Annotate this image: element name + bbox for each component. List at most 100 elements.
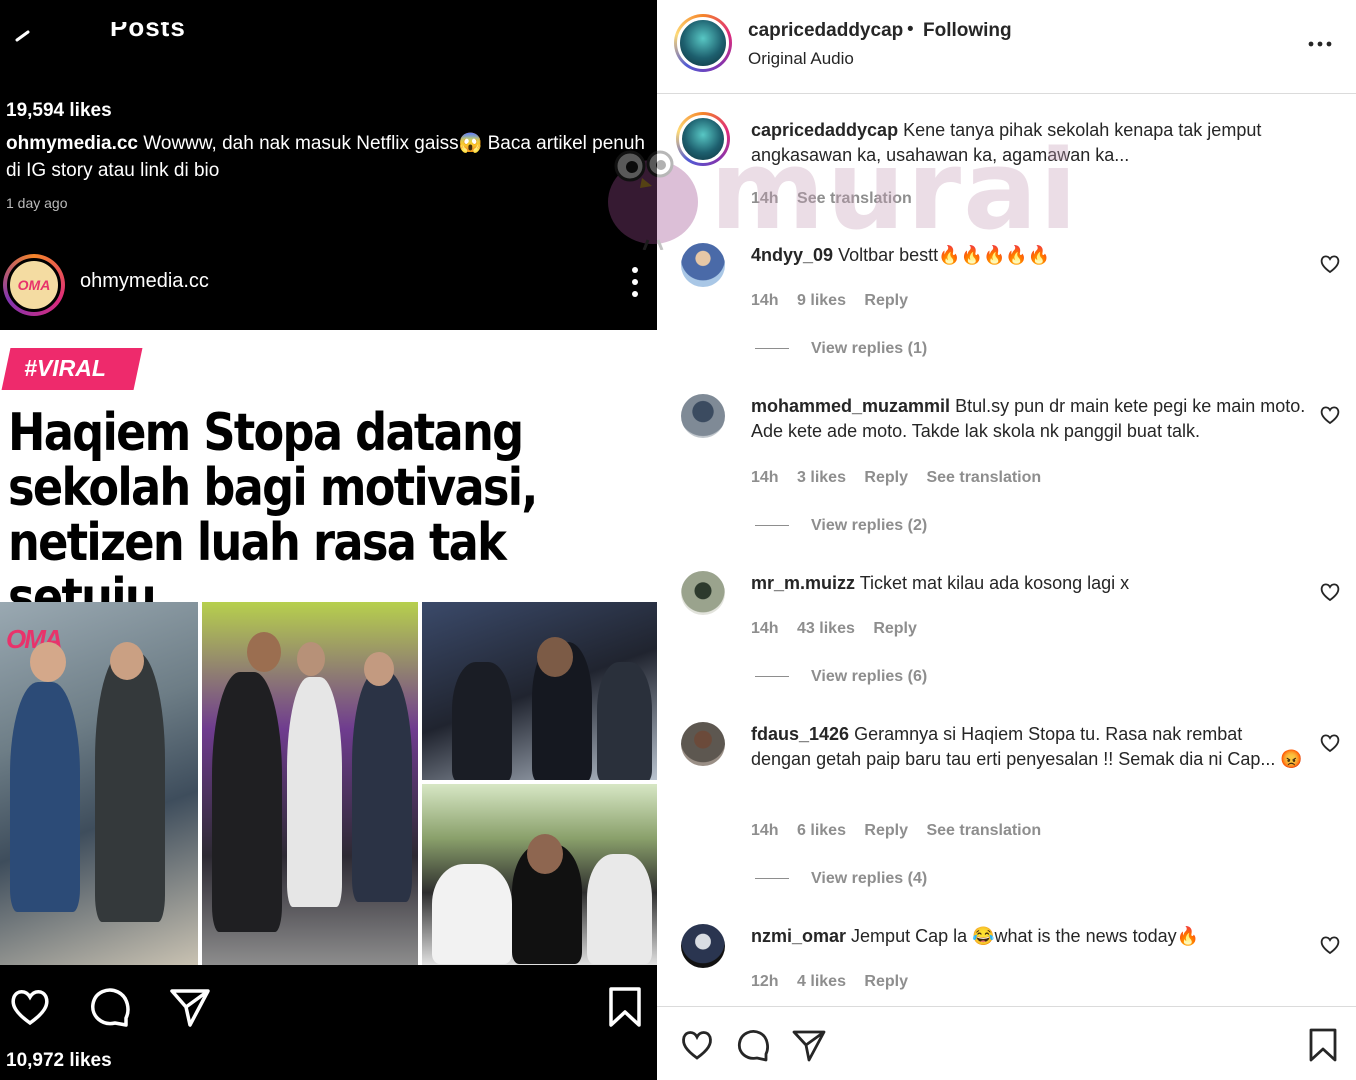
comment-body: 4ndyy_09 Voltbar bestt🔥🔥🔥🔥🔥 (751, 243, 1306, 268)
comment-username[interactable]: mohammed_muzammil (751, 396, 950, 416)
comment-like-heart-icon[interactable] (1319, 253, 1341, 275)
previous-post-caption: ohmymedia.cc Wowww, dah nak masuk Netfli… (6, 130, 646, 184)
view-replies-label: View replies (1) (811, 340, 928, 357)
following-button[interactable]: Following (923, 20, 1012, 42)
original-audio-link[interactable]: Original Audio (748, 49, 854, 69)
comment-meta: 14h See translation (751, 190, 926, 208)
comment-time: 14h (751, 190, 779, 207)
comment-time: 14h (751, 822, 779, 839)
previous-post-likes[interactable]: 19,594 likes (6, 100, 112, 122)
comment-body: nzmi_omar Jemput Cap la 😂what is the new… (751, 924, 1306, 949)
view-replies-label: View replies (4) (811, 870, 928, 887)
comment-meta: 14h 6 likes Reply See translation (751, 822, 1055, 840)
comment-username[interactable]: capricedaddycap (751, 120, 898, 140)
top-bar: Posts (0, 0, 657, 60)
post-image[interactable]: #VIRAL Haqiem Stopa datang sekolah bagi … (0, 330, 657, 965)
view-replies-button[interactable]: View replies (2) (755, 517, 927, 535)
comment-time: 14h (751, 620, 779, 637)
avatar[interactable] (681, 924, 725, 968)
post-likes-count[interactable]: 10,972 likes (6, 1050, 112, 1072)
comment-username[interactable]: fdaus_1426 (751, 724, 849, 744)
comment-likes[interactable]: 3 likes (797, 469, 846, 486)
viral-tag-text: #VIRAL (24, 355, 106, 381)
viral-tag: #VIRAL (1, 348, 143, 390)
post-username[interactable]: ohmymedia.cc (80, 270, 209, 293)
reel-actions-bar (657, 1006, 1356, 1080)
post-feed-pane: Posts 19,594 likes ohmymedia.cc Wowww, d… (0, 0, 657, 1080)
comment-like-heart-icon[interactable] (1319, 732, 1341, 754)
like-heart-icon[interactable] (8, 985, 52, 1029)
comment-icon[interactable] (88, 985, 132, 1029)
comment-body: mohammed_muzammil Btul.sy pun dr main ke… (751, 394, 1306, 444)
post-headline: Haqiem Stopa datang sekolah bagi motivas… (8, 403, 538, 628)
avatar[interactable] (681, 394, 725, 438)
photo-3 (422, 602, 657, 780)
share-send-icon[interactable] (791, 1027, 827, 1063)
comment-text: Jemput Cap la 😂what is the news today🔥 (851, 926, 1200, 946)
see-translation-link[interactable]: See translation (797, 190, 912, 207)
comment-time: 14h (751, 469, 779, 486)
reply-button[interactable]: Reply (864, 822, 908, 839)
comment-meta: 14h 9 likes Reply (751, 292, 922, 310)
reply-button[interactable]: Reply (864, 469, 908, 486)
comment-likes[interactable]: 43 likes (797, 620, 855, 637)
bookmark-icon[interactable] (603, 985, 647, 1029)
comment-body: mr_m.muizz Ticket mat kilau ada kosong l… (751, 571, 1306, 596)
view-replies-label: View replies (6) (811, 668, 928, 685)
more-options-icon[interactable] (1307, 34, 1333, 54)
view-replies-button[interactable]: View replies (1) (755, 340, 927, 358)
avatar[interactable]: OMA (3, 254, 65, 316)
comment-username[interactable]: nzmi_omar (751, 926, 846, 946)
reply-button[interactable]: Reply (864, 973, 908, 990)
photo-collage: OMA (0, 602, 657, 965)
comment-time: 14h (751, 292, 779, 309)
comment-like-heart-icon[interactable] (1319, 404, 1341, 426)
avatar[interactable] (681, 243, 725, 287)
comment-time: 12h (751, 973, 779, 990)
comment-text: Voltbar bestt🔥🔥🔥🔥🔥 (838, 245, 1051, 265)
post-timestamp: 1 day ago (6, 195, 68, 211)
more-options-icon[interactable] (622, 264, 648, 300)
comment-username[interactable]: 4ndyy_09 (751, 245, 833, 265)
comment-like-heart-icon[interactable] (1319, 934, 1341, 956)
comment-likes[interactable]: 9 likes (797, 292, 846, 309)
header-avatar[interactable] (674, 14, 732, 72)
reply-button[interactable]: Reply (873, 620, 917, 637)
avatar[interactable] (681, 571, 725, 615)
caption-username[interactable]: ohmymedia.cc (6, 133, 138, 154)
avatar[interactable] (681, 722, 725, 766)
comment-like-heart-icon[interactable] (1319, 581, 1341, 603)
photo-2 (202, 602, 418, 965)
comment-meta: 14h 3 likes Reply See translation (751, 469, 1055, 487)
view-replies-button[interactable]: View replies (6) (755, 668, 927, 686)
post-header: OMA ohmymedia.cc (0, 250, 657, 322)
reel-header: capricedaddycap • Following Original Aud… (657, 0, 1356, 94)
app-root: Posts 19,594 likes ohmymedia.cc Wowww, d… (0, 0, 1356, 1080)
comment-likes[interactable]: 6 likes (797, 822, 846, 839)
comments-pane: capricedaddycap • Following Original Aud… (657, 0, 1356, 1080)
comment-text: Ticket mat kilau ada kosong lagi x (859, 573, 1130, 593)
share-send-icon[interactable] (168, 985, 212, 1029)
comment-likes[interactable]: 4 likes (797, 973, 846, 990)
reply-button[interactable]: Reply (864, 292, 908, 309)
comment-username[interactable]: mr_m.muizz (751, 573, 855, 593)
avatar[interactable] (676, 112, 730, 166)
comment-meta: 14h 43 likes Reply (751, 620, 931, 638)
back-arrow-icon[interactable] (8, 18, 38, 48)
post-actions-bar (0, 975, 657, 1035)
photo-4 (422, 784, 657, 965)
comment-icon[interactable] (735, 1027, 771, 1063)
page-title: Posts (110, 12, 186, 42)
view-replies-label: View replies (2) (811, 517, 928, 534)
caption-body: capricedaddycap Kene tanya pihak sekolah… (751, 118, 1306, 168)
like-heart-icon[interactable] (679, 1027, 715, 1063)
photo-1: OMA (0, 602, 198, 965)
see-translation-link[interactable]: See translation (926, 469, 1041, 486)
avatar-logo-text: OMA (17, 277, 51, 293)
bookmark-icon[interactable] (1305, 1027, 1341, 1063)
comment-body: fdaus_1426 Geramnya si Haqiem Stopa tu. … (751, 722, 1306, 772)
header-username[interactable]: capricedaddycap (748, 20, 903, 42)
see-translation-link[interactable]: See translation (926, 822, 1041, 839)
comment-meta: 12h 4 likes Reply (751, 973, 922, 991)
view-replies-button[interactable]: View replies (4) (755, 870, 927, 888)
